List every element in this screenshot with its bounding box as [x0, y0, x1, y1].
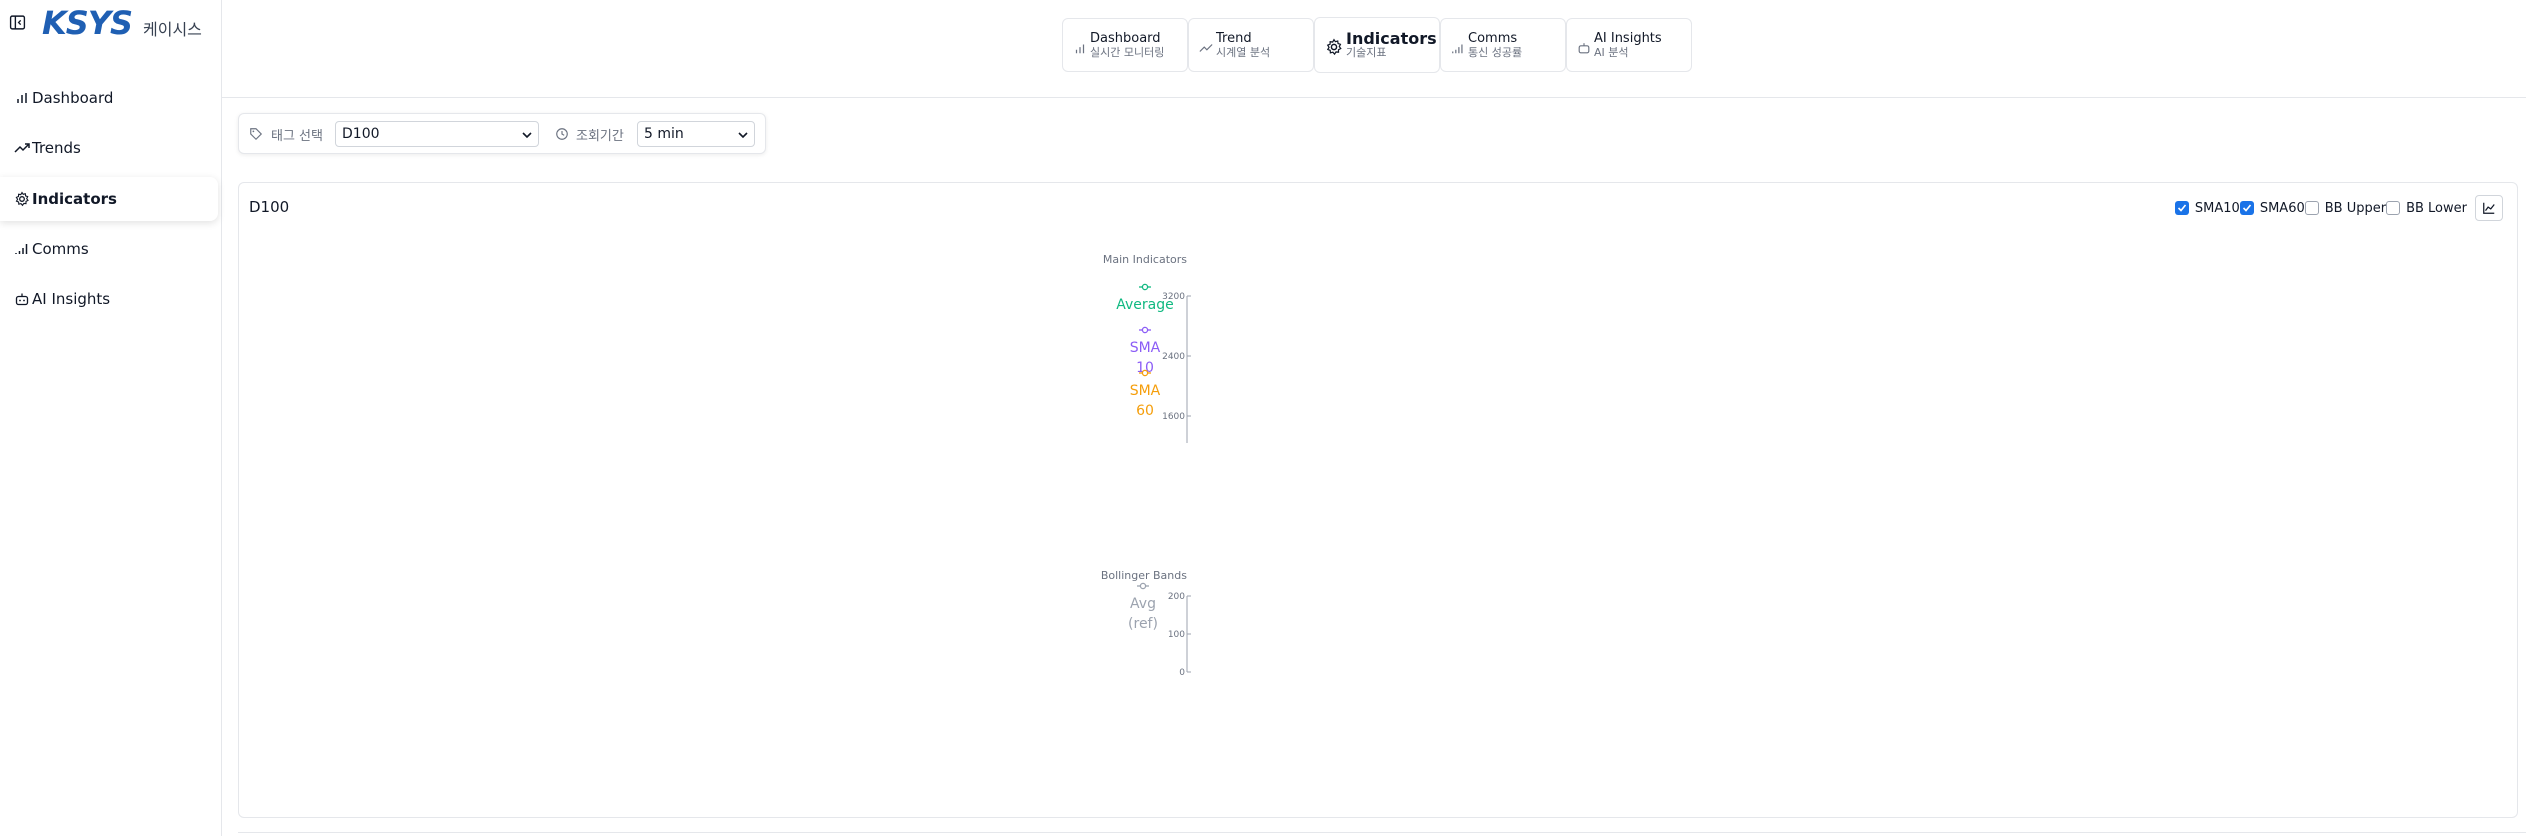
y-tick-label: 1600 — [1162, 412, 1185, 422]
main-indicators-chart: Main Indicators 320024001600800 AverageS… — [1103, 253, 1191, 443]
tab-title: Trend — [1216, 30, 1252, 46]
tab-title: Dashboard — [1090, 30, 1161, 46]
header-divider — [222, 97, 2526, 98]
tab-subtitle: 실시간 모니터링 — [1090, 45, 1165, 59]
gear-icon — [15, 191, 29, 207]
toggle-sma60[interactable]: SMA60 — [2239, 200, 2305, 216]
y-tick-label: 0 — [1179, 668, 1185, 678]
legend-marker — [1141, 369, 1149, 377]
legend-marker — [1139, 582, 1147, 590]
brand-name: 케이시스 — [143, 20, 202, 39]
period-select-label: 조회기간 — [576, 129, 624, 144]
y-tick-label: 200 — [1168, 592, 1185, 602]
bollinger-bands-chart: Bollinger Bands 200 100 0 Avg (ref) — [1101, 569, 1191, 678]
gear-icon — [1326, 38, 1342, 56]
bottom-divider — [238, 832, 2526, 833]
tag-select-label: 태그 선택 — [271, 129, 323, 144]
sidebar-item-indicators[interactable]: Indicators — [0, 177, 218, 221]
toggle-bb-upper[interactable]: BB Upper — [2304, 200, 2387, 216]
tag-select[interactable]: D100 — [335, 121, 539, 147]
tab-subtitle: 기술지표 — [1346, 45, 1387, 59]
toggle-label: BB Lower — [2406, 200, 2467, 216]
sidebar-item-label: Dashboard — [32, 89, 114, 107]
signal-icon — [1452, 44, 1463, 54]
tab-trend[interactable]: Trend 시계열 분석 — [1188, 18, 1314, 72]
trending-up-icon — [1199, 44, 1213, 52]
tab-indicators[interactable]: Indicators 기술지표 — [1314, 17, 1440, 73]
toggle-label: BB Upper — [2324, 200, 2387, 216]
sidebar-item-label: AI Insights — [32, 290, 111, 308]
chart-title: Main Indicators — [1103, 253, 1187, 266]
series-toggles: SMA10 SMA60 BB Upper BB Lower — [2169, 195, 2503, 221]
brand-logo[interactable]: KSYS — [42, 4, 133, 42]
sidebar: KSYS 케이시스 Dashboard Trends Indicators Co… — [0, 0, 222, 836]
bar-chart-icon — [17, 93, 27, 103]
y-axis: 320024001600800 — [1162, 292, 1191, 443]
sidebar-item-trends[interactable]: Trends — [0, 126, 218, 170]
legend-label: Average — [1116, 297, 1174, 313]
period-select[interactable]: 5 min — [637, 121, 755, 147]
sidebar-toggle-icon[interactable] — [9, 14, 26, 31]
period-select-value: 5 min — [644, 126, 684, 142]
legend-label: SMA 60 — [1130, 383, 1161, 419]
bot-icon — [15, 293, 29, 306]
legend-label: Avg (ref) — [1128, 596, 1158, 632]
check-icon — [2242, 204, 2251, 212]
checkbox-bb-lower[interactable] — [2386, 201, 2401, 215]
bot-icon — [1578, 43, 1590, 54]
chevron-down-icon — [522, 132, 532, 139]
tab-dashboard[interactable]: Dashboard 실시간 모니터링 — [1062, 18, 1188, 72]
chart-title: Bollinger Bands — [1101, 569, 1187, 582]
legend-marker — [1141, 326, 1149, 334]
checkbox-sma10[interactable] — [2174, 201, 2189, 215]
sidebar-item-label: Trends — [32, 139, 81, 157]
top-tabs: Dashboard 실시간 모니터링 Trend 시계열 분석 Indicato… — [1062, 17, 1692, 74]
checkbox-sma60[interactable] — [2239, 201, 2254, 215]
tab-title: Indicators — [1346, 28, 1437, 48]
signal-icon — [15, 244, 28, 254]
y-tick-label: 2400 — [1162, 352, 1185, 362]
toggle-label: SMA60 — [2259, 200, 2305, 216]
tab-subtitle: 통신 성공률 — [1468, 45, 1523, 59]
toggle-sma10[interactable]: SMA10 — [2174, 200, 2240, 216]
sidebar-item-label: Indicators — [32, 190, 117, 208]
tab-title: Comms — [1468, 30, 1518, 46]
chevron-down-icon — [738, 132, 748, 139]
y-axis: 200 100 0 — [1168, 592, 1191, 678]
check-icon — [2177, 204, 2187, 212]
sidebar-item-dashboard[interactable]: Dashboard — [0, 76, 218, 120]
card-title: D100 — [249, 198, 290, 216]
legend-marker — [1141, 283, 1149, 291]
clock-icon — [556, 128, 568, 140]
trending-up-icon — [14, 143, 30, 153]
tab-title: AI Insights — [1594, 30, 1662, 46]
tag-icon — [250, 128, 263, 141]
toggle-bb-lower[interactable]: BB Lower — [2386, 201, 2467, 216]
chart-type-button[interactable] — [2475, 195, 2503, 221]
bar-chart-icon — [1075, 44, 1085, 54]
checkbox-bb-upper[interactable] — [2304, 201, 2319, 215]
tab-subtitle: AI 분석 — [1594, 45, 1629, 59]
sidebar-item-ai-insights[interactable]: AI Insights — [0, 277, 218, 321]
legend: Avg (ref) — [1128, 582, 1158, 632]
tab-ai-insights[interactable]: AI Insights AI 분석 — [1566, 18, 1692, 72]
sidebar-item-label: Comms — [32, 240, 89, 258]
toggle-label: SMA10 — [2194, 200, 2240, 216]
tag-select-value: D100 — [342, 126, 380, 142]
filter-bar: 태그 선택 D100 조회기간 5 min — [238, 113, 766, 154]
tab-subtitle: 시계열 분석 — [1216, 45, 1271, 59]
app-root: KSYS 케이시스 Dashboard Trends Indicators Co… — [0, 0, 2526, 836]
y-tick-label: 100 — [1168, 630, 1185, 640]
chart-icon — [2483, 202, 2495, 214]
indicator-card: D100 SMA10 SMA60 BB Upper BB Lower Main … — [238, 182, 2518, 818]
tab-comms[interactable]: Comms 통신 성공률 — [1440, 18, 1566, 72]
sidebar-item-comms[interactable]: Comms — [0, 227, 218, 271]
